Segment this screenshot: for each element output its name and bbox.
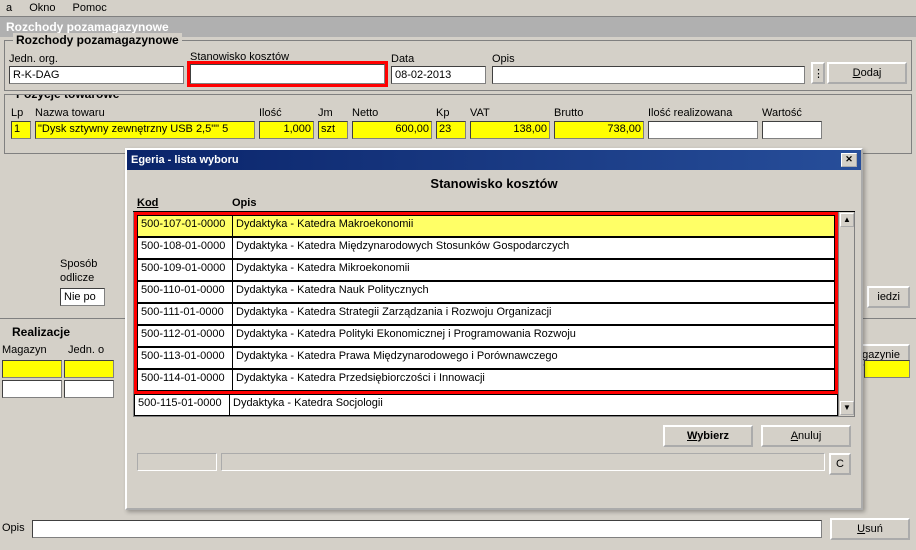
c-button[interactable]: C <box>829 453 851 475</box>
col-wartosc: Wartość <box>762 107 822 119</box>
selection-list: 500-107-01-0000 Dydaktyka - Katedra Makr… <box>134 212 838 416</box>
scroll-down-icon[interactable]: ▼ <box>840 401 854 415</box>
button-usun[interactable]: Usuń <box>830 518 910 540</box>
cell-opis: Dydaktyka - Katedra Przedsiębiorczości i… <box>232 369 835 391</box>
cell-kod: 500-114-01-0000 <box>137 369 232 391</box>
input-opis-bottom[interactable] <box>32 520 822 538</box>
list-item[interactable]: 500-107-01-0000 Dydaktyka - Katedra Makr… <box>137 215 835 237</box>
label-data: Data <box>391 53 486 65</box>
cell-kod: 500-115-01-0000 <box>134 394 229 416</box>
cell-magazyn[interactable] <box>2 360 62 378</box>
cell-opis: Dydaktyka - Katedra Makroekonomii <box>232 215 835 237</box>
select-button[interactable]: Wybierz <box>663 425 753 447</box>
close-icon[interactable]: ✕ <box>841 153 857 167</box>
list-item[interactable]: 500-108-01-0000 Dydaktyka - Katedra Międ… <box>137 237 835 259</box>
menubar: a Okno Pomoc <box>0 0 916 17</box>
cell-kod: 500-107-01-0000 <box>137 215 232 237</box>
cell-kod: 500-109-01-0000 <box>137 259 232 281</box>
label-jedn-org: Jedn. org. <box>9 53 184 65</box>
label-odlicze: odlicze <box>60 272 94 284</box>
cell-kod: 500-113-01-0000 <box>137 347 232 369</box>
list-item[interactable]: 500-113-01-0000 Dydaktyka - Katedra Praw… <box>137 347 835 369</box>
group-rozchody: Rozchody pozamagazynowe Jedn. org. Stano… <box>4 40 912 91</box>
dots-button[interactable]: ⋮ <box>811 62 825 84</box>
col-lp: Lp <box>11 107 31 119</box>
list-item[interactable]: 500-114-01-0000 Dydaktyka - Katedra Prze… <box>137 369 835 391</box>
status-field <box>137 453 217 471</box>
cell-opis: Dydaktyka - Katedra Socjologii <box>229 394 838 416</box>
col-opis[interactable]: Opis <box>232 197 855 209</box>
cell-ilosc[interactable]: 1,000 <box>259 121 314 139</box>
label-opis-bottom: Opis <box>2 522 25 534</box>
list-item[interactable]: 500-115-01-0000 Dydaktyka - Katedra Socj… <box>134 394 838 416</box>
cell-iloscreal[interactable] <box>648 121 758 139</box>
cell-kod: 500-108-01-0000 <box>137 237 232 259</box>
cell-blank[interactable] <box>64 380 114 398</box>
dialog-titlebar[interactable]: Egeria - lista wyboru ✕ <box>127 150 861 170</box>
label-opis: Opis <box>492 53 805 65</box>
cell-vat[interactable]: 138,00 <box>470 121 550 139</box>
cell-kod: 500-112-01-0000 <box>137 325 232 347</box>
col-netto: Netto <box>352 107 432 119</box>
cell-netto[interactable]: 600,00 <box>352 121 432 139</box>
status-field <box>221 453 825 471</box>
label-jedn-o: Jedn. o <box>68 344 104 356</box>
cell-jedn[interactable] <box>64 360 114 378</box>
label-magazyn: Magazyn <box>2 344 47 356</box>
cell-opis: Dydaktyka - Katedra Strategii Zarządzani… <box>232 303 835 325</box>
cell-opis: Dydaktyka - Katedra Mikroekonomii <box>232 259 835 281</box>
label-stanowisko: Stanowisko kosztów <box>190 51 385 63</box>
dialog-title-text: Egeria - lista wyboru <box>131 154 239 166</box>
cell-opis: Dydaktyka - Katedra Międzynarodowych Sto… <box>232 237 835 259</box>
group-legend: Rozchody pozamagazynowe <box>13 33 182 47</box>
cell-kod: 500-110-01-0000 <box>137 281 232 303</box>
dialog-heading: Stanowisko kosztów <box>133 174 855 197</box>
group-legend-pozycje: Pozycje towarowe <box>13 94 122 101</box>
menu-item[interactable]: a <box>6 2 12 14</box>
cell-nazwa[interactable]: "Dysk sztywny zewnętrzny USB 2,5"" 5 <box>35 121 255 139</box>
col-ilosc: Ilość <box>259 107 314 119</box>
input-opis[interactable] <box>492 66 805 84</box>
list-item[interactable]: 500-112-01-0000 Dydaktyka - Katedra Poli… <box>137 325 835 347</box>
cell-kp[interactable]: 23 <box>436 121 466 139</box>
input-jedn-org[interactable] <box>9 66 184 84</box>
group-pozycje: Pozycje towarowe Lp Nazwa towaru Ilość J… <box>4 94 912 154</box>
col-iloscreal: Ilość realizowana <box>648 107 758 119</box>
label-realizacje: Realizacje <box>12 325 70 339</box>
scrollbar[interactable]: ▲ ▼ <box>838 212 854 416</box>
cell-lp[interactable]: 1 <box>11 121 31 139</box>
button-iedzi[interactable]: iedzi <box>867 286 910 308</box>
col-jm: Jm <box>318 107 348 119</box>
col-nazwa: Nazwa towaru <box>35 107 255 119</box>
cell-wartosc[interactable] <box>762 121 822 139</box>
list-item[interactable]: 500-110-01-0000 Dydaktyka - Katedra Nauk… <box>137 281 835 303</box>
cancel-button[interactable]: Anuluj <box>761 425 851 447</box>
cell-jm[interactable]: szt <box>318 121 348 139</box>
add-button[interactable]: Dodaj <box>827 62 907 84</box>
menu-item-okno[interactable]: Okno <box>29 2 55 14</box>
col-brutto: Brutto <box>554 107 644 119</box>
list-header: Kod Opis <box>133 197 855 212</box>
col-kod[interactable]: Kod <box>137 197 232 209</box>
cell-opis: Dydaktyka - Katedra Nauk Politycznych <box>232 281 835 303</box>
scroll-up-icon[interactable]: ▲ <box>840 213 854 227</box>
input-stanowisko[interactable] <box>190 64 385 84</box>
cell-opis: Dydaktyka - Katedra Polityki Ekonomiczne… <box>232 325 835 347</box>
menu-item-pomoc[interactable]: Pomoc <box>73 2 107 14</box>
cell-opis: Dydaktyka - Katedra Prawa Międzynarodowe… <box>232 347 835 369</box>
cell-blank[interactable] <box>2 380 62 398</box>
col-vat: VAT <box>470 107 550 119</box>
input-data[interactable] <box>391 66 486 84</box>
col-kp: Kp <box>436 107 466 119</box>
list-item[interactable]: 500-111-01-0000 Dydaktyka - Katedra Stra… <box>137 303 835 325</box>
label-sposob: Sposób <box>60 258 97 270</box>
cell-brutto[interactable]: 738,00 <box>554 121 644 139</box>
cell-right-yellow[interactable] <box>864 360 910 378</box>
input-niepod[interactable] <box>60 288 105 306</box>
dialog-lista-wyboru: Egeria - lista wyboru ✕ Stanowisko koszt… <box>125 148 863 510</box>
cell-kod: 500-111-01-0000 <box>137 303 232 325</box>
list-item[interactable]: 500-109-01-0000 Dydaktyka - Katedra Mikr… <box>137 259 835 281</box>
